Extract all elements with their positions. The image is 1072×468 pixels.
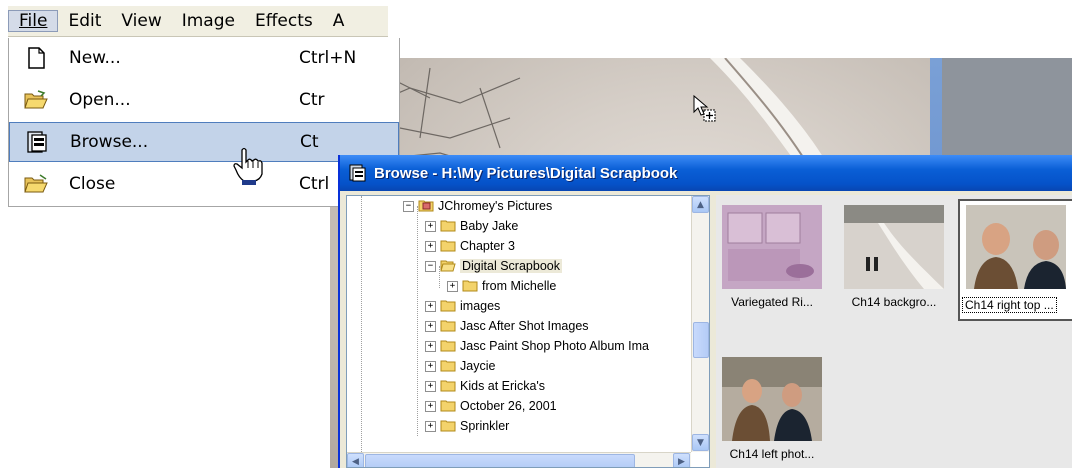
thumbnail-caption: Variegated Ri... [731,295,813,309]
folder-icon [440,418,456,435]
menu-file[interactable]: File [8,10,59,32]
tree-item-jaycie[interactable]: + Jaycie [425,356,495,376]
menu-item-label: Browse... [70,132,149,152]
tree-item-jasc-photo-album[interactable]: + Jasc Paint Shop Photo Album Ima [425,336,649,356]
tree-vertical-scrollbar[interactable]: ▲ ▼ [691,196,709,452]
browse-title-bar[interactable]: Browse - H:\My Pictures\Digital Scrapboo… [340,155,1072,191]
folder-icon [440,298,456,315]
menu-item-label: Close [69,174,116,194]
open-folder-icon [440,258,456,275]
folder-icon [440,318,456,335]
tree-item-label: Jasc Paint Shop Photo Album Ima [460,339,649,353]
new-document-icon [21,47,51,69]
hand-pointer-cursor-icon [232,146,264,190]
expand-icon[interactable]: + [425,300,436,312]
drag-copy-cursor-icon [692,94,718,128]
collapse-icon[interactable]: − [425,260,436,272]
expand-icon[interactable]: + [425,360,436,372]
scrapbook-thumbnail-image [722,205,822,289]
tree-item-kids-at-erickas[interactable]: + Kids at Ericka's [425,376,545,396]
tree-item-jchromeys-pictures[interactable]: − JChromey's Pictures [403,196,552,216]
tree-item-sprinkler[interactable]: + Sprinkler [425,416,509,436]
tree-item-label: Chapter 3 [460,239,515,253]
folder-icon [440,358,456,375]
tree-item-jasc-after-shot[interactable]: + Jasc After Shot Images [425,316,589,336]
scroll-down-arrow-icon[interactable]: ▼ [692,434,709,451]
thumbnail-left-photo[interactable]: Ch14 left phot... [716,357,826,467]
tree-item-label: from Michelle [482,279,557,293]
menu-a[interactable]: A [323,11,355,31]
folder-icon [440,378,456,395]
two-men-thumbnail-image [722,357,822,441]
menu-item-shortcut: Ct [300,132,319,152]
tree-item-october-26-2001[interactable]: + October 26, 2001 [425,396,557,416]
folder-icon [440,238,456,255]
tree-horizontal-scrollbar[interactable]: ◀ ▶ [347,452,691,467]
menu-image[interactable]: Image [172,11,245,31]
tree-item-baby-jake[interactable]: + Baby Jake [425,216,518,236]
expand-icon[interactable]: + [425,340,436,352]
browse-window-icon [348,163,374,183]
tree-item-digital-scrapbook[interactable]: − Digital Scrapbook [425,256,562,276]
browse-window: Browse - H:\My Pictures\Digital Scrapboo… [338,155,1072,468]
horizontal-scroll-thumb[interactable] [365,454,635,467]
folder-icon [440,398,456,415]
folder-icon [440,338,456,355]
expand-icon[interactable]: + [425,320,436,332]
expand-icon[interactable]: + [447,280,458,292]
road-thumbnail-image [844,205,944,289]
tree-item-images[interactable]: + images [425,296,500,316]
menu-item-shortcut: Ctrl+N [299,48,357,68]
tree-item-label: Jaycie [460,359,496,373]
close-folder-icon [21,174,51,194]
folder-icon [440,218,456,235]
menu-view[interactable]: View [111,11,171,31]
expand-icon[interactable]: + [425,400,436,412]
folder-icon [462,278,478,295]
collapse-icon[interactable]: − [403,200,414,212]
open-folder-icon [21,90,51,110]
menu-edit[interactable]: Edit [58,11,111,31]
tree-item-chapter-3[interactable]: + Chapter 3 [425,236,515,256]
thumbnail-caption: Ch14 left phot... [729,447,815,461]
thumbnail-caption: Ch14 right top ... [962,297,1057,313]
pictures-folder-icon [418,198,434,215]
tree-item-label: JChromey's Pictures [438,199,553,213]
expand-icon[interactable]: + [425,240,436,252]
scroll-right-arrow-icon[interactable]: ▶ [673,453,690,467]
browse-window-title: Browse - H:\My Pictures\Digital Scrapboo… [374,164,678,182]
thumbnail-right-top[interactable]: Ch14 right top ... [958,199,1072,321]
tree-item-label: Digital Scrapbook [460,259,562,273]
vertical-scroll-thumb[interactable] [693,322,709,358]
expand-icon[interactable]: + [425,380,436,392]
thumbnail-background[interactable]: Ch14 backgro... [838,205,948,315]
portrait-thumbnail-image [966,205,1066,289]
expand-icon[interactable]: + [425,220,436,232]
folder-tree[interactable]: − JChromey's Pictures + Baby Jake + Chap… [346,195,710,468]
expand-icon[interactable]: + [425,420,436,432]
tree-item-from-michelle[interactable]: + from Michelle [447,276,556,296]
tree-item-label: Baby Jake [460,219,519,233]
tree-item-label: October 26, 2001 [460,399,557,413]
menu-item-label: Open... [69,90,131,110]
menu-item-shortcut: Ctrl [299,174,330,194]
thumbnail-variegated[interactable]: Variegated Ri... [716,205,826,315]
scroll-up-arrow-icon[interactable]: ▲ [692,196,709,213]
tree-item-label: Jasc After Shot Images [460,319,589,333]
scroll-left-arrow-icon[interactable]: ◀ [347,453,364,467]
menu-item-open[interactable]: Open... Ctr [9,80,399,120]
menu-item-new[interactable]: New... Ctrl+N [9,38,399,78]
menu-item-shortcut: Ctr [299,90,325,110]
browse-icon [22,130,52,154]
thumbnail-pane: Variegated Ri... Ch14 backgro... Ch14 ri… [716,195,1072,468]
menu-effects[interactable]: Effects [245,11,323,31]
menu-bar: File Edit View Image Effects A [8,6,388,37]
tree-item-label: Sprinkler [460,419,510,433]
menu-item-label: New... [69,48,121,68]
thumbnail-caption: Ch14 backgro... [851,295,937,309]
tree-item-label: Kids at Ericka's [460,379,546,393]
tree-item-label: images [460,299,501,313]
